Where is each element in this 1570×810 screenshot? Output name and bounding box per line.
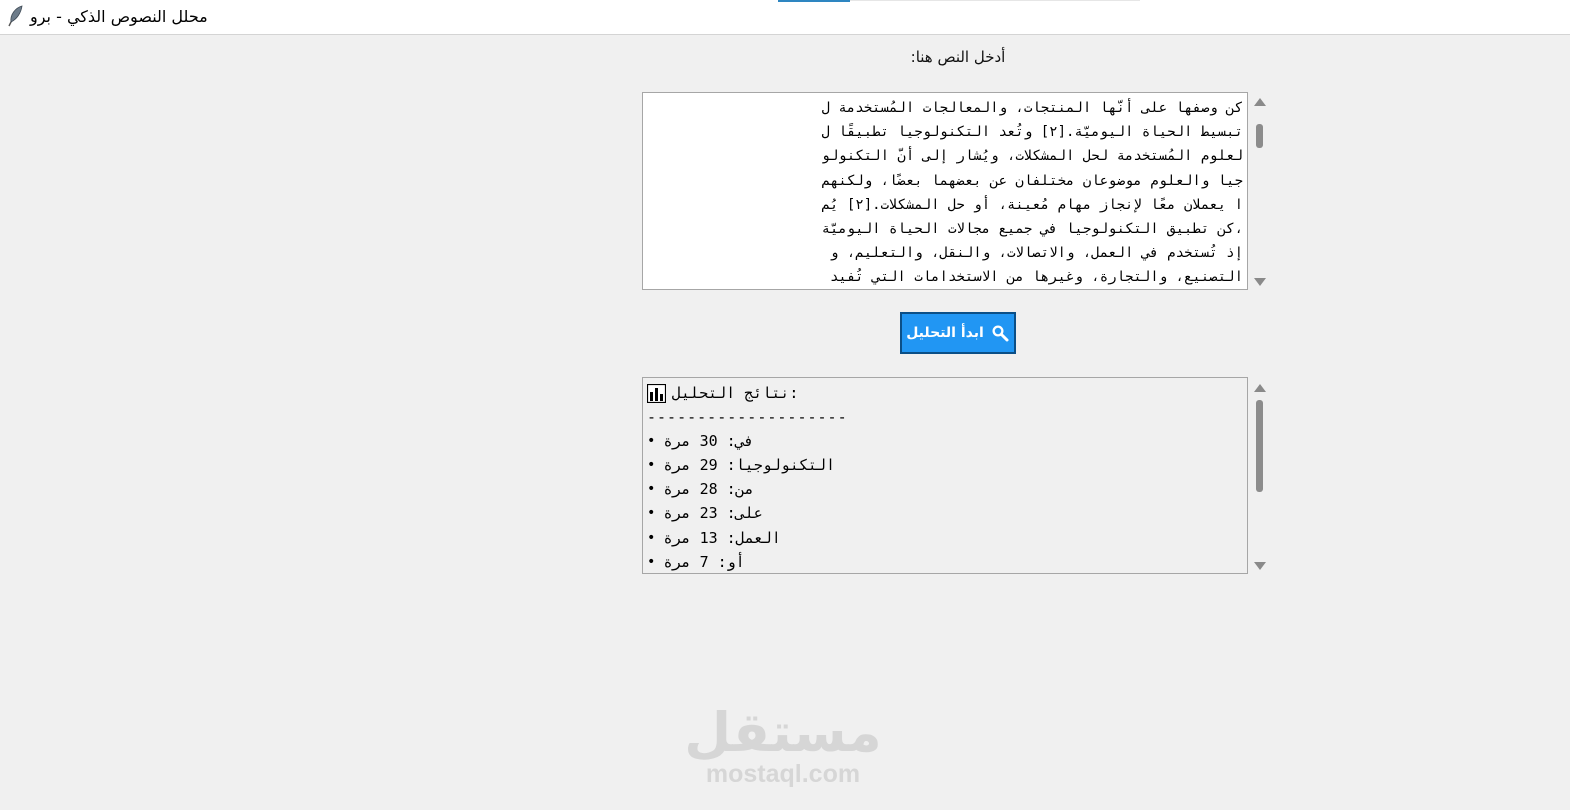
text-input-line[interactable]: كن وصفها على أنّها المنتجات، والمعالجات …: [647, 96, 1243, 120]
text-input-line[interactable]: إذ تُستخدم في العمل، والاتصالات، والنقل،…: [647, 241, 1243, 265]
text-input-line[interactable]: التصنيع، والتجارة، وغيرها من الاستخدامات…: [647, 265, 1243, 289]
text-input-line[interactable]: لعلوم المُستخدمة لحل المشكلات، ويُشار إل…: [647, 144, 1243, 168]
magnifier-icon: [992, 325, 1009, 342]
result-item-text: أو: 7 مرة: [663, 552, 745, 571]
bullet-icon: •: [647, 505, 656, 522]
result-item-text: التكنولوجيا: 29 مرة: [663, 456, 836, 475]
window-title: محلل النصوص الذكي - برو: [30, 7, 208, 26]
bullet-icon: •: [647, 481, 656, 498]
results-scrollbar[interactable]: [1250, 380, 1270, 574]
results-title: :نتائج التحليل: [672, 384, 799, 402]
result-item-text: العمل: 13 مرة: [663, 528, 781, 547]
bullet-icon: •: [647, 553, 656, 570]
text-input-scrollbar[interactable]: [1250, 94, 1270, 290]
bullet-icon: •: [647, 433, 656, 450]
analyze-button[interactable]: ابدأ التحليل: [900, 312, 1016, 354]
watermark-latin: mostaql.com: [705, 760, 861, 788]
bullet-icon: •: [647, 457, 656, 474]
result-item: • على: 23 مرة: [647, 501, 1243, 525]
result-item-text: من: 28 مرة: [663, 480, 754, 499]
text-input-line[interactable]: جيا والعلوم موضوعان مختلفان عن بعضهما بع…: [647, 169, 1243, 193]
result-item-text: على: 23 مرة: [663, 504, 763, 523]
title-bar: محلل النصوص الذكي - برو: [0, 0, 1570, 35]
results-list: • في: 30 مرة • التكنولوجيا: 29 مرة • من: 28 م…: [647, 429, 1243, 573]
title-accent-line: [850, 0, 1140, 1]
result-item: • التكنولوجيا: 29 مرة: [647, 453, 1243, 477]
result-item: • أو: 7 مرة: [647, 550, 1243, 573]
text-input-content[interactable]: كن وصفها على أنّها المنتجات، والمعالجات …: [643, 93, 1247, 289]
watermark-logo: مستقل mostaql.com: [640, 700, 926, 788]
bullet-icon: •: [647, 529, 656, 546]
results-area[interactable]: :نتائج التحليل -------------------- • في:…: [642, 377, 1248, 574]
text-input-line[interactable]: تبسيط الحياة اليوميّة.[٢] وتُعد التكنولو…: [647, 120, 1243, 144]
analyze-button-label: ابدأ التحليل: [906, 325, 984, 341]
results-divider: --------------------: [647, 408, 848, 427]
scroll-thumb[interactable]: [1256, 124, 1263, 148]
result-item: • العمل: 13 مرة: [647, 526, 1243, 550]
scroll-down-arrow-icon[interactable]: [1254, 278, 1266, 286]
scroll-up-arrow-icon[interactable]: [1254, 384, 1266, 392]
bar-chart-icon: [647, 383, 666, 403]
title-accent-bar: [778, 0, 850, 2]
text-input-line[interactable]: ،كن تطبيق التكنولوجيا في جميع مجالات الح…: [647, 217, 1243, 241]
text-input-line[interactable]: ا يعملان معًا لإنجاز مهام مُعينة، أو حل …: [647, 193, 1243, 217]
scroll-thumb[interactable]: [1256, 400, 1263, 492]
scroll-up-arrow-icon[interactable]: [1254, 98, 1266, 106]
feather-icon: [8, 5, 23, 27]
watermark-arabic: مستقل: [684, 701, 882, 764]
result-item-text: في: 30 مرة: [663, 432, 754, 451]
input-label: :أدخل النص هنا: [910, 48, 1006, 66]
result-item: • من: 28 مرة: [647, 477, 1243, 501]
results-header: :نتائج التحليل: [647, 381, 1243, 405]
result-item: • في: 30 مرة: [647, 429, 1243, 453]
text-input-area[interactable]: كن وصفها على أنّها المنتجات، والمعالجات …: [642, 92, 1248, 290]
scroll-down-arrow-icon[interactable]: [1254, 562, 1266, 570]
